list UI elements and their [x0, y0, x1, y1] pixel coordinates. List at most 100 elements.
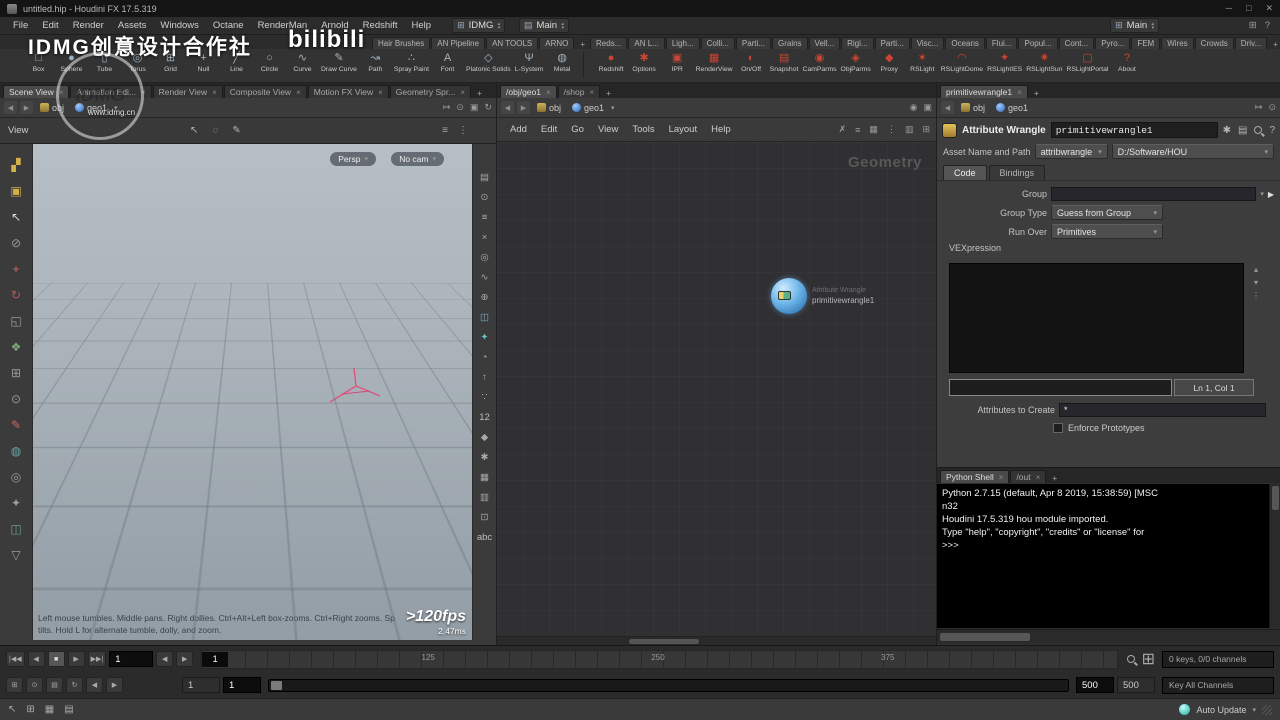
node-name-field[interactable]: primitivewrangle1	[1051, 122, 1218, 138]
pivot-icon[interactable]: ◎	[7, 468, 25, 486]
jump-icon[interactable]: ↦	[443, 102, 451, 113]
spinner-icon[interactable]: ▴▾	[1151, 22, 1154, 30]
shelf-tool[interactable]: ▢ RSLightPortal	[1064, 50, 1110, 73]
shelf-tool[interactable]: ◠ RSLightDome	[939, 50, 985, 73]
camera-icon[interactable]: ▣	[923, 102, 932, 113]
scrollbar-handle[interactable]	[1272, 486, 1279, 510]
view-options-icon[interactable]: ≡	[477, 210, 493, 225]
clear-view-icon[interactable]: ×	[477, 230, 493, 245]
shelf-tab[interactable]: Flui...	[986, 37, 1018, 49]
breadcrumb-obj[interactable]: obj	[957, 102, 989, 114]
prim-numbers-icon[interactable]: ◆	[477, 430, 493, 445]
attributes-input[interactable]: *	[1059, 403, 1266, 417]
select-icon[interactable]: ↖	[7, 208, 25, 226]
group-select-icon[interactable]: ▶	[1268, 190, 1274, 199]
shelf-tool[interactable]: A Font	[431, 50, 464, 73]
add-pane-tab-icon[interactable]: +	[472, 88, 487, 98]
shelf-tool[interactable]: ● Redshift	[595, 50, 628, 73]
snap-point-icon[interactable]: ⊙	[7, 390, 25, 408]
fast-forward-button[interactable]: ▶▶|	[88, 651, 107, 667]
world-axis-icon[interactable]: ⊕	[477, 290, 493, 305]
python-pane-tab[interactable]: Python Shell ×	[940, 470, 1009, 483]
layout-grid-icon[interactable]: ▦	[869, 124, 878, 135]
shade-mode-icon[interactable]: ◫	[477, 310, 493, 325]
group-list-icon[interactable]: ▥	[477, 490, 493, 505]
forward-icon[interactable]: ▶	[517, 101, 530, 114]
pin-icon[interactable]: ⊙	[456, 102, 464, 113]
shelf-tab[interactable]: Popul...	[1018, 37, 1057, 49]
shelf-tool[interactable]: ∴ Spray Paint	[392, 50, 431, 73]
snapshot-icon[interactable]: ▤	[477, 170, 493, 185]
close-tab-icon[interactable]: ×	[460, 88, 465, 97]
display-flag-icon[interactable]: ✦	[477, 330, 493, 345]
point-numbers-icon[interactable]: 12	[477, 410, 493, 425]
shelf-tool[interactable]: ▤ Snapshot	[768, 50, 801, 73]
python-pane-tab[interactable]: /out ×	[1010, 470, 1046, 483]
breadcrumb-geo1[interactable]: geo1	[992, 102, 1032, 114]
timeline-zoom-icon[interactable]	[1127, 655, 1135, 663]
scrollbar-handle[interactable]	[629, 639, 699, 644]
playback-range-slider[interactable]	[268, 679, 1069, 692]
range-slider-handle[interactable]	[271, 681, 282, 690]
shelf-tool[interactable]: ◈ ObjParms	[839, 50, 873, 73]
close-tab-icon[interactable]: ×	[999, 473, 1004, 482]
keyframe-grid-icon[interactable]: ⊞	[1142, 649, 1155, 669]
step-back-icon[interactable]: ◀	[86, 677, 103, 693]
pane-tab[interactable]: Geometry Spr... ×	[390, 85, 471, 98]
global-range-end-field[interactable]: 500	[1117, 677, 1155, 693]
add-pane-tab-icon[interactable]: +	[1029, 88, 1044, 98]
console-vertical-scrollbar[interactable]	[1269, 484, 1280, 628]
scroll-down-icon[interactable]: ▾	[1254, 278, 1258, 287]
gear-icon[interactable]: ✱	[1223, 125, 1231, 136]
console-horizontal-scrollbar[interactable]	[937, 629, 1280, 643]
close-button[interactable]: ✕	[1265, 3, 1273, 14]
python-console[interactable]: Python 2.7.15 (default, Apr 8 2019, 15:3…	[937, 484, 1280, 628]
shelf-tab[interactable]: Crowds	[1195, 37, 1234, 49]
shelf-tool[interactable]: ▦ RenderView	[694, 50, 735, 73]
flipbook-icon[interactable]: ▤	[46, 677, 63, 693]
snap-state-icon[interactable]: ⊞	[26, 704, 34, 715]
shelf-tab[interactable]: Parti...	[875, 37, 910, 49]
select-state-icon[interactable]: ↖	[8, 704, 16, 715]
select-arrow-icon[interactable]: ↖	[190, 125, 198, 136]
scroll-up-icon[interactable]: ▴	[1254, 265, 1258, 274]
scrollbar-handle[interactable]	[940, 633, 1030, 641]
normals-icon[interactable]: ↑	[477, 370, 493, 385]
shelf-tool[interactable]: ? About	[1110, 50, 1143, 73]
shelf-tab[interactable]: Oceans	[945, 37, 985, 49]
display-icon[interactable]: ◉	[910, 102, 918, 113]
pane-tab[interactable]: Motion FX View ×	[308, 85, 389, 98]
breadcrumb-obj[interactable]: obj	[533, 102, 565, 114]
shelf-tab[interactable]: Colli...	[701, 37, 735, 49]
wireframe-icon[interactable]: ▦	[477, 470, 493, 485]
jump-icon[interactable]: ↦	[1255, 102, 1263, 113]
pane-tab[interactable]: Composite View ×	[224, 85, 307, 98]
viewport-3d-canvas[interactable]: Persp▾ No cam▾ Left mouse tumbles. Middl…	[33, 144, 472, 640]
node-primitivewrangle1[interactable]: Attribute Wrangle primitivewrangle1	[771, 278, 874, 314]
add-shelf-tab-icon[interactable]: +	[1268, 40, 1280, 49]
rewind-button[interactable]: |◀◀	[6, 651, 25, 667]
node-icon[interactable]	[771, 278, 807, 314]
shelf-tool[interactable]: Ψ L-System	[513, 50, 546, 73]
breadcrumb-geo1[interactable]: geo1	[568, 102, 608, 114]
measure-icon[interactable]: ∿	[477, 270, 493, 285]
timeline-ruler[interactable]: 1 125250375	[200, 650, 1117, 669]
light-tool-icon[interactable]: ✦	[7, 494, 25, 512]
network-canvas[interactable]: Geometry Attribute Wrangle primitivewran…	[497, 142, 936, 645]
playback-range-start-field[interactable]: 1	[223, 677, 261, 693]
key-all-channels-button[interactable]: Key All Channels	[1162, 677, 1274, 694]
presets-icon[interactable]: ▤	[1238, 125, 1247, 136]
translate-icon[interactable]: +	[7, 260, 25, 278]
forward-icon[interactable]: ▶	[20, 101, 33, 114]
spinner-icon[interactable]: ▴▾	[561, 22, 564, 30]
back-icon[interactable]: ◀	[941, 101, 954, 114]
lasso-icon[interactable]: ◌	[212, 125, 218, 136]
minimize-button[interactable]: ─	[1226, 3, 1232, 14]
shelf-tab[interactable]: Rigi...	[841, 37, 873, 49]
maximize-button[interactable]: □	[1246, 3, 1251, 14]
close-tab-icon[interactable]: ×	[589, 88, 594, 97]
shelf-tool[interactable]: ◉ CamParms	[801, 50, 839, 73]
view-menu[interactable]: View	[8, 125, 28, 136]
rotate-icon[interactable]: ↻	[7, 286, 25, 304]
shelf-tool[interactable]: ○ Circle	[253, 50, 286, 73]
